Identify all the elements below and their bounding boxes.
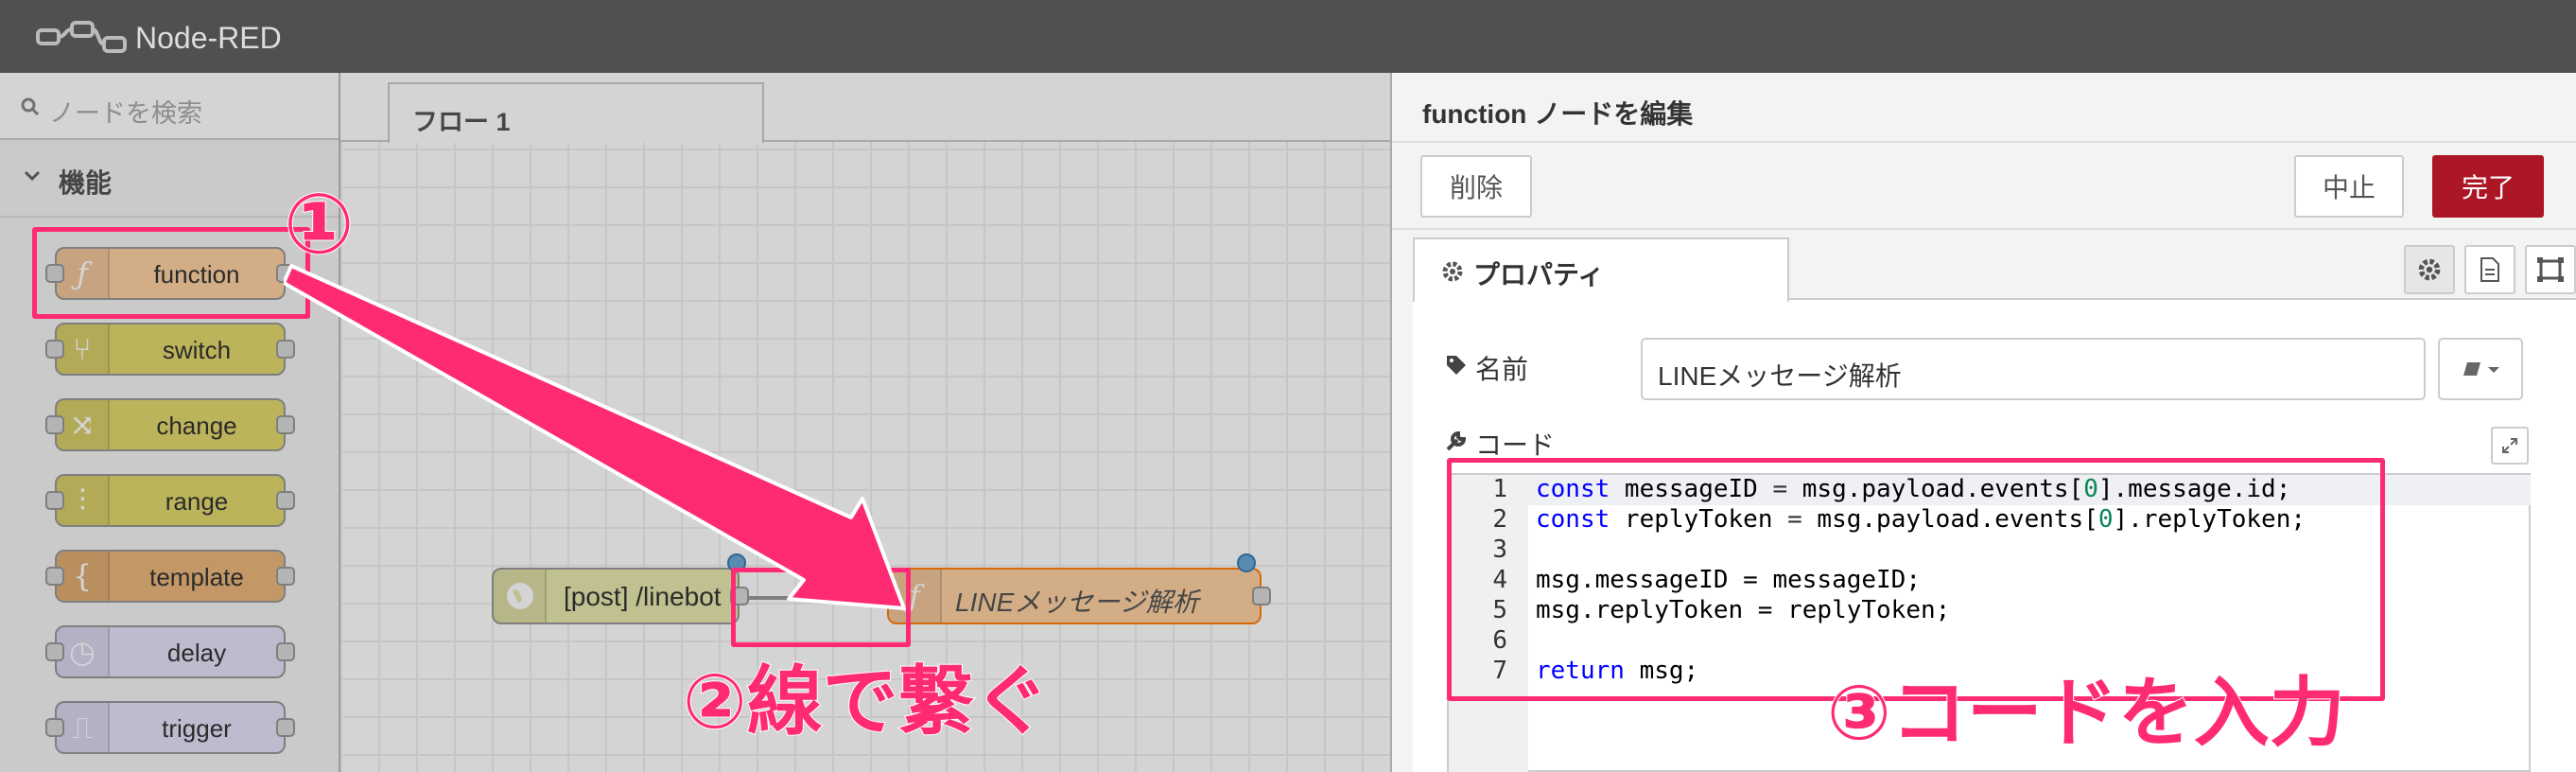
annotation-box-function <box>32 227 310 319</box>
book-icon <box>2463 362 2499 376</box>
node-library-button[interactable] <box>2438 338 2523 400</box>
cancel-button[interactable]: 中止 <box>2294 155 2404 218</box>
app-header: Node-RED <box>0 0 2576 73</box>
tag-icon <box>1447 356 1466 375</box>
gear-icon <box>1442 261 1463 282</box>
tab-properties[interactable]: プロパティ <box>1413 237 1789 302</box>
document-icon <box>2480 257 2499 282</box>
delete-button[interactable]: 削除 <box>1420 155 1532 218</box>
code-label: コード <box>1475 430 1556 460</box>
annotation-step-1: ① <box>283 174 356 273</box>
tray-tabbar: プロパティ <box>1413 237 2576 302</box>
app-title: Node-RED <box>135 21 282 55</box>
done-button[interactable]: 完了 <box>2432 155 2544 218</box>
name-input[interactable]: LINEメッセージ解析 <box>1641 338 2426 400</box>
frame-icon <box>2537 257 2564 282</box>
name-input-value: LINEメッセージ解析 <box>1658 361 1902 391</box>
node-red-logo-icon <box>36 21 127 53</box>
tray-title: function ノードを編集 <box>1422 99 1694 129</box>
gear-icon <box>2418 258 2441 281</box>
tray-toolbar: 削除 中止 完了 <box>1392 143 2576 230</box>
expand-editor-button[interactable] <box>2491 427 2529 465</box>
tray-header: function ノードを編集 <box>1392 73 2576 143</box>
settings-tab-button[interactable] <box>2404 245 2455 294</box>
wrench-icon <box>1446 430 1467 451</box>
expand-icon <box>2502 438 2517 453</box>
annotation-step-2: ②線で繋ぐ <box>682 657 1051 746</box>
annotation-step-3: ③コードを入力 <box>1826 668 2346 758</box>
description-tab-button[interactable] <box>2464 245 2515 294</box>
name-label: 名前 <box>1475 355 1529 384</box>
appearance-tab-button[interactable] <box>2525 245 2576 294</box>
annotation-arrow <box>284 264 906 610</box>
properties-tab-label: プロパティ <box>1473 260 1605 290</box>
